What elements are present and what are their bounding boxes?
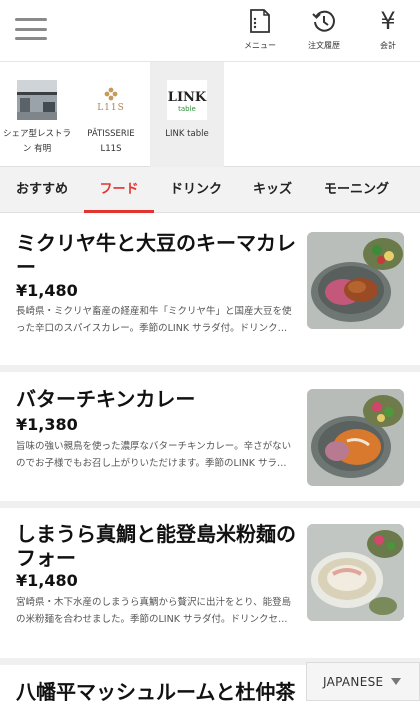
patisserie-logo-icon: L11S (91, 80, 131, 120)
menu-item-price: ¥1,480 (16, 281, 78, 300)
patisserie-logo-text: L11S (97, 103, 125, 113)
menu-item-title: バターチキンカレー (16, 387, 196, 411)
order-history-button[interactable]: 注文履歴 (301, 8, 347, 54)
language-selector[interactable]: JAPANESE (306, 662, 420, 701)
menu-item-description: 旨味の強い親鳥を使った濃厚なバターチキンカレー。辛さがないのでお子様でもお召し上… (16, 441, 292, 469)
app-header: メニュー 注文履歴 ¥ 会計 (0, 0, 420, 62)
store-item-share-restaurant[interactable]: シェア型レストラン 有明 (0, 62, 74, 167)
menu-item-title: しまうら真鯛と能登島米粉麺のフォー (16, 522, 296, 570)
store-selector: シェア型レストラン 有明 L11S PÂTISSERIE L11S LINK t… (0, 62, 420, 167)
link-table-logo-text: LINK (167, 89, 207, 105)
store-name: PÂTISSERIE L11S (87, 129, 135, 154)
tab-food[interactable]: フード (84, 167, 154, 213)
menu-item-price: ¥1,480 (16, 571, 78, 590)
menu-item[interactable]: ミクリヤ牛と大豆のキーマカレー ¥1,480 長崎県・ミクリヤ畜産の経産和牛「ミ… (0, 213, 420, 372)
tab-morning[interactable]: モーニング (324, 167, 389, 213)
store-item-link-table[interactable]: LINK table LINK table (150, 62, 224, 167)
menu-item-description: 宮崎県・木下水産のしまうら真鯛から贅沢に出汁をとり、能登島の米粉麺を合わせました… (16, 597, 292, 625)
menu-item-title: ミクリヤ牛と大豆のキーマカレー (16, 231, 296, 279)
menu-button-label: メニュー (244, 41, 276, 50)
menu-item[interactable]: バターチキンカレー ¥1,380 旨味の強い親鳥を使った濃厚なバターチキンカレー… (0, 372, 420, 508)
yen-icon: ¥ (375, 8, 401, 34)
store-item-patisserie[interactable]: L11S PÂTISSERIE L11S (74, 62, 148, 167)
menu-item-title: 八幡平マッシュルームと杜仲茶 (16, 680, 296, 701)
hamburger-menu-icon[interactable] (15, 18, 47, 40)
menu-button[interactable]: メニュー (237, 8, 283, 54)
yen-glyph: ¥ (380, 7, 396, 35)
menu-item-description: 長崎県・ミクリヤ畜産の経産和牛「ミクリヤ牛」と国産大豆を使った辛口のスパイスカレ… (16, 306, 292, 334)
language-selected-value: JAPANESE (323, 674, 384, 689)
menu-item-price: ¥1,380 (16, 415, 78, 434)
link-table-logo-icon: LINK table (167, 80, 207, 120)
category-tabs: おすすめ フード ドリンク キッズ モーニング (0, 167, 420, 213)
order-history-label: 注文履歴 (308, 41, 340, 50)
store-name: シェア型レストラン 有明 (3, 129, 72, 154)
link-table-logo-sub: table (178, 104, 196, 113)
tab-drink[interactable]: ドリンク (170, 167, 222, 213)
menu-book-icon (247, 8, 273, 34)
restaurant-photo-icon (17, 80, 57, 120)
history-icon (311, 8, 337, 34)
tab-kids[interactable]: キッズ (253, 167, 292, 213)
checkout-label: 会計 (380, 41, 396, 50)
keema-curry-photo-icon (307, 232, 404, 329)
checkout-button[interactable]: ¥ 会計 (365, 8, 411, 54)
store-name: LINK table (165, 129, 209, 139)
dropdown-arrow-icon (391, 678, 402, 685)
menu-item[interactable]: しまうら真鯛と能登島米粉麺のフォー ¥1,480 宮崎県・木下水産のしまうら真鯛… (0, 508, 420, 665)
tab-recommended[interactable]: おすすめ (16, 167, 68, 213)
butter-chicken-photo-icon (307, 389, 404, 486)
pho-photo-icon (307, 524, 404, 621)
